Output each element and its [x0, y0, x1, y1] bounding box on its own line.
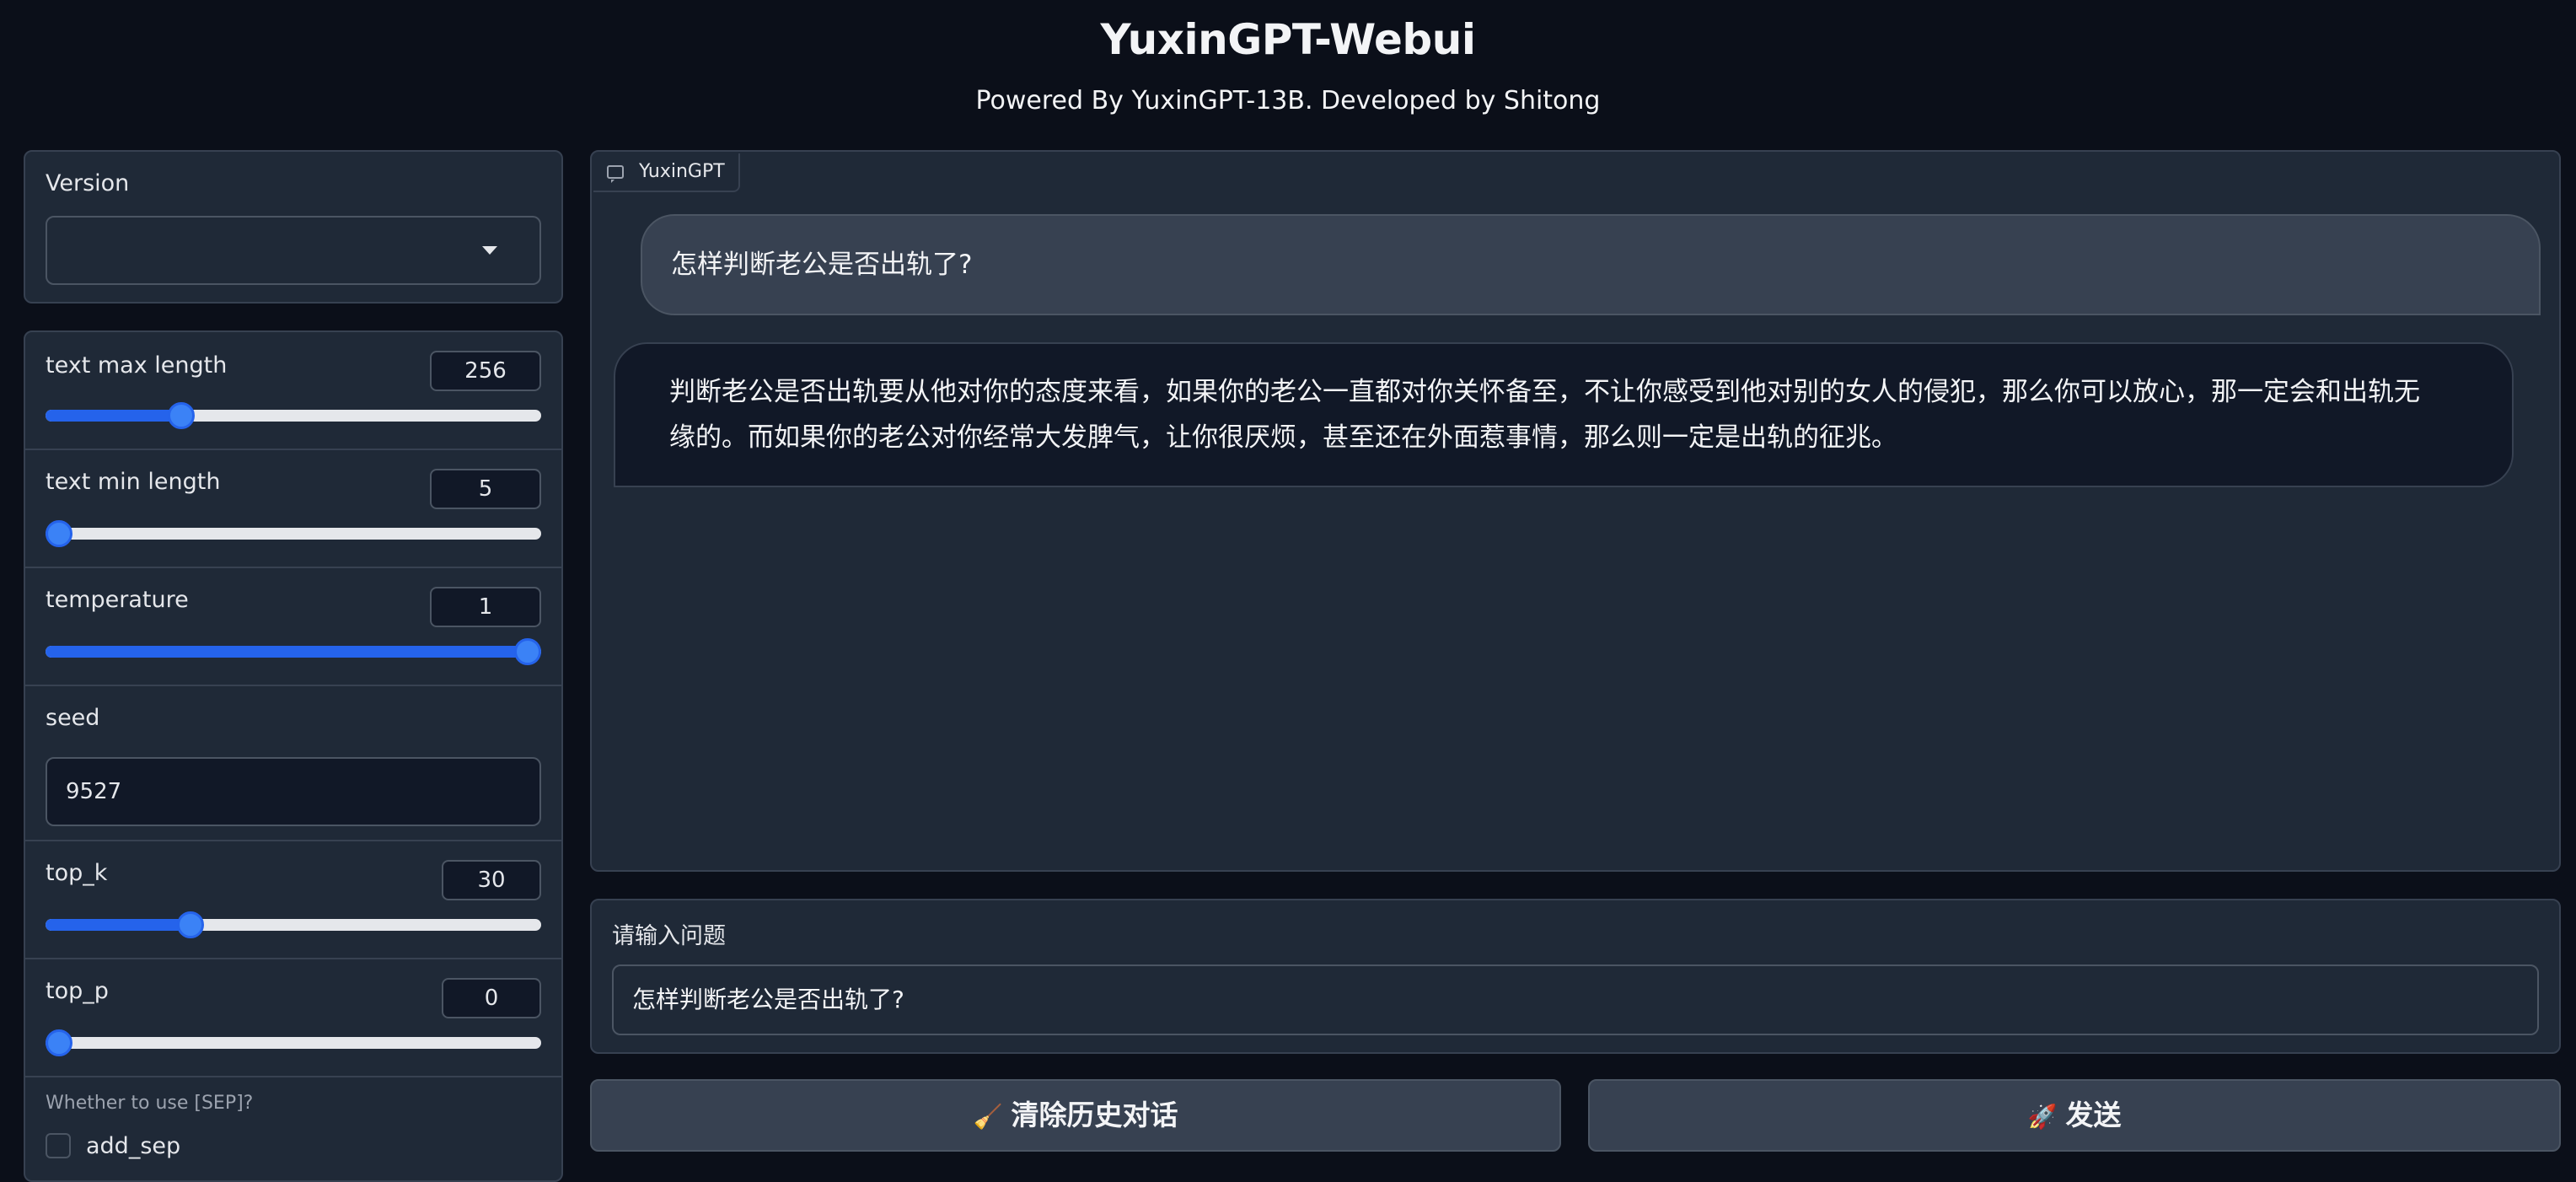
send-button[interactable]: 🚀 发送 — [1588, 1079, 2561, 1152]
clear-history-label: 清除历史对话 — [1011, 1099, 1178, 1131]
temperature-slider[interactable] — [46, 638, 541, 665]
text-min-length-slider[interactable] — [46, 520, 541, 547]
version-dropdown[interactable] — [46, 216, 541, 285]
chatbot-panel: YuxinGPT 怎样判断老公是否出轨了? 判断老公是否出轨要从他对你的态度来看… — [590, 150, 2561, 872]
slider-thumb[interactable] — [167, 402, 195, 429]
slider-fill — [46, 646, 528, 658]
slider-fill — [46, 410, 181, 422]
rocket-icon: 🚀 — [2027, 1103, 2058, 1131]
add-sep-checkbox[interactable] — [46, 1133, 71, 1158]
page-title: YuxinGPT-Webui — [1100, 15, 1476, 64]
question-label: 请输入问题 — [612, 923, 726, 949]
bot-message: 判断老公是否出轨要从他对你的态度来看，如果你的老公一直都对你关怀备至，不让你感受… — [614, 342, 2514, 487]
chat-bubble-icon — [607, 165, 624, 183]
question-input[interactable]: 怎样判断老公是否出轨了? — [612, 964, 2539, 1035]
sep-question: Whether to use [SEP]? — [46, 1093, 254, 1114]
bot-message-line: 判断老公是否出轨要从他对你的态度来看，如果你的老公一直都对你关怀备至，不让你感受… — [669, 377, 2420, 407]
send-label: 发送 — [2065, 1099, 2122, 1131]
text-max-length-number[interactable]: 256 — [430, 351, 541, 391]
slider-thumb[interactable] — [514, 638, 541, 665]
text-min-length-number[interactable]: 5 — [430, 469, 541, 509]
bot-message-line: 缘的。而如果你的老公对你经常大发脾气，让你很厌烦，甚至还在外面惹事情，那么则一定… — [669, 422, 1897, 453]
temperature-number[interactable]: 1 — [430, 587, 541, 627]
param-text-min-length: text min length 5 — [25, 450, 561, 568]
user-message: 怎样判断老公是否出轨了? — [641, 214, 2541, 315]
param-top-p: top_p 0 — [25, 959, 561, 1077]
page-subtitle: Powered By YuxinGPT-13B. Developed by Sh… — [975, 86, 1601, 116]
chevron-down-icon — [482, 246, 497, 255]
slider-thumb[interactable] — [46, 1029, 72, 1056]
slider-thumb[interactable] — [46, 520, 72, 547]
top-k-slider[interactable] — [46, 911, 541, 938]
broom-icon: 🧹 — [973, 1103, 1003, 1131]
version-panel: Version — [24, 150, 563, 304]
top-p-label: top_p — [46, 978, 109, 1004]
seed-input[interactable]: 9527 — [46, 757, 541, 826]
version-label: Version — [46, 170, 130, 196]
chatbot-tab-label: YuxinGPT — [639, 161, 725, 182]
param-seed: seed 9527 — [25, 686, 561, 841]
temperature-label: temperature — [46, 587, 189, 613]
param-top-k: top_k 30 — [25, 841, 561, 959]
text-min-length-label: text min length — [46, 469, 221, 495]
top-k-number[interactable]: 30 — [442, 860, 541, 900]
text-max-length-label: text max length — [46, 352, 228, 379]
param-text-max-length: text max length 256 — [25, 332, 561, 450]
top-p-number[interactable]: 0 — [442, 978, 541, 1018]
slider-thumb[interactable] — [176, 911, 204, 938]
chatbot-tab: YuxinGPT — [593, 153, 740, 192]
clear-history-button[interactable]: 🧹 清除历史对话 — [590, 1079, 1561, 1152]
seed-label: seed — [46, 705, 100, 731]
top-k-label: top_k — [46, 860, 108, 886]
question-panel: 请输入问题 怎样判断老公是否出轨了? — [590, 899, 2561, 1054]
text-max-length-slider[interactable] — [46, 402, 541, 429]
params-panel: text max length 256 text min length 5 te… — [24, 330, 563, 1182]
slider-fill — [46, 919, 191, 931]
add-sep-label: add_sep — [86, 1133, 181, 1159]
top-p-slider[interactable] — [46, 1029, 541, 1056]
param-temperature: temperature 1 — [25, 568, 561, 686]
